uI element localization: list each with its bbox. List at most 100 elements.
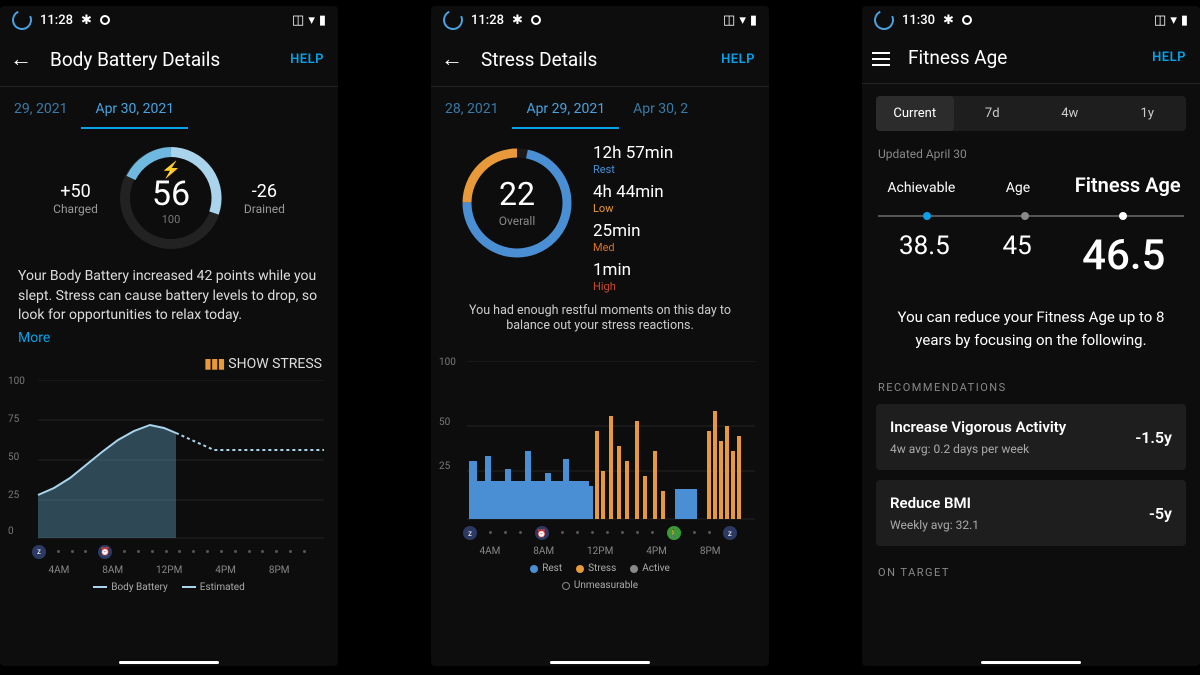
recommendations-header: RECOMMENDATIONS: [862, 371, 1200, 400]
card-sub: 4w avg: 0.2 days per week: [890, 442, 1066, 456]
wifi-icon: ▾: [1170, 13, 1177, 28]
tab-4w[interactable]: 4w: [1031, 96, 1109, 131]
achievable-dot: [923, 212, 931, 220]
divider: [862, 83, 1200, 84]
help-button[interactable]: HELP: [290, 52, 324, 67]
more-link[interactable]: More: [0, 330, 338, 346]
age-label: Age: [975, 180, 1062, 197]
alarm-icon: ⏰: [535, 526, 549, 540]
tab-current[interactable]: Current: [876, 96, 954, 131]
fan-icon: ✱: [81, 13, 92, 28]
recommendation-card[interactable]: Reduce BMI Weekly avg: 32.1 -5y: [876, 480, 1186, 546]
help-button[interactable]: HELP: [721, 52, 755, 67]
nav-handle[interactable]: [550, 661, 650, 664]
fitness-age-description: You can reduce your Fitness Age up to 8 …: [862, 286, 1200, 371]
header: Fitness Age HELP: [862, 34, 1200, 83]
screen-body-battery: 11:28 ✱ ◫ ▾ ▮ ← Body Battery Details HEL…: [0, 6, 338, 666]
alarm-icon: ⏰: [98, 545, 112, 559]
menu-icon[interactable]: [872, 49, 890, 66]
tab-1y[interactable]: 1y: [1109, 96, 1187, 131]
card-delta: -5y: [1149, 504, 1172, 523]
nav-handle[interactable]: [119, 661, 219, 664]
tab-7d[interactable]: 7d: [954, 96, 1032, 131]
stress-gauge: 22 Overall: [457, 143, 577, 263]
x-axis: 4AM8AM 12PM4PM 8PM: [14, 565, 324, 576]
help-button[interactable]: HELP: [1152, 50, 1186, 65]
wifi-icon: ▾: [308, 13, 315, 28]
stress-chart: 100 50 25: [431, 357, 769, 591]
svg-text:22: 22: [499, 175, 535, 213]
updated-text: Updated April 30: [862, 131, 1200, 165]
date-tabs: 29, 2021 Apr 30, 2021: [0, 87, 338, 129]
card-title: Increase Vigorous Activity: [890, 418, 1066, 436]
page-title: Stress Details: [481, 48, 703, 71]
wifi-icon: ▾: [739, 13, 746, 28]
body-battery-description: Your Body Battery increased 42 points wh…: [0, 253, 338, 330]
status-bar: 11:30 ✱ ◫ ▾ ▮: [862, 6, 1200, 34]
on-target-header: ON TARGET: [862, 556, 1200, 585]
date-tab-prev[interactable]: 28, 2021: [431, 95, 512, 129]
body-battery-chart: 100 75 50 25 0 z ⏰ 4AM8AM 12PM4PM: [0, 376, 338, 593]
date-tab-next[interactable]: Apr 30, 2: [619, 95, 702, 129]
page-title: Fitness Age: [908, 46, 1134, 69]
card-title: Reduce BMI: [890, 494, 979, 512]
bars-icon: ▮▮▮: [204, 356, 224, 372]
age-value: 45: [971, 231, 1064, 280]
chart-legend: Rest Stress Active: [445, 563, 755, 574]
progress-ring-icon: [871, 7, 897, 33]
drained-value: -26: [244, 181, 285, 202]
chart-legend-2: Unmeasurable: [445, 580, 755, 591]
charged-stat: +50 Charged: [53, 181, 98, 216]
card-sub: Weekly avg: 32.1: [890, 518, 979, 532]
sleep-icon: z: [32, 545, 46, 559]
card-delta: -1.5y: [1135, 428, 1172, 447]
vibrate-icon: ◫: [292, 13, 304, 28]
date-tab-prev[interactable]: 29, 2021: [0, 95, 81, 129]
fan-icon: ✱: [512, 13, 523, 28]
back-icon[interactable]: ←: [10, 46, 32, 72]
fitness-age-value: 46.5: [1063, 231, 1184, 280]
age-dot: [1021, 212, 1029, 220]
fitness-age-slider: [878, 211, 1184, 221]
svg-text:56: 56: [152, 174, 190, 214]
date-tabs: 28, 2021 Apr 29, 2021 Apr 30, 2: [431, 87, 769, 129]
body-battery-gauge: 56 100 ⚡: [116, 143, 226, 253]
svg-text:Overall: Overall: [499, 214, 536, 228]
circle-icon: [100, 15, 110, 25]
achievable-value: 38.5: [878, 231, 971, 280]
sleep-icon: z: [463, 526, 477, 540]
progress-ring-icon: [440, 7, 466, 33]
fitness-age-label: Fitness Age: [1071, 173, 1184, 197]
walk-icon: 🚶: [667, 526, 681, 540]
sleep-icon: z: [723, 526, 737, 540]
fitness-dot: [1119, 212, 1127, 220]
timeline-dots: z ⏰ 🚶 z: [445, 525, 755, 542]
back-icon[interactable]: ←: [441, 46, 463, 72]
drained-stat: -26 Drained: [244, 181, 285, 216]
screen-stress: 11:28 ✱ ◫ ▾ ▮ ← Stress Details HELP 28, …: [431, 6, 769, 666]
battery-icon: ▮: [1181, 13, 1188, 28]
vibrate-icon: ◫: [1154, 13, 1166, 28]
svg-text:100: 100: [162, 213, 181, 226]
header: ← Stress Details HELP: [431, 34, 769, 86]
date-tab-active[interactable]: Apr 30, 2021: [81, 95, 188, 129]
chart-legend: Body Battery Estimated: [14, 582, 324, 593]
drained-label: Drained: [244, 202, 285, 216]
clock: 11:30: [902, 13, 935, 28]
stress-breakdown: 12h 57minRest 4h 44minLow 25minMed 1minH…: [593, 143, 673, 293]
date-tab-active[interactable]: Apr 29, 2021: [512, 95, 619, 129]
show-stress-toggle[interactable]: ▮▮▮SHOW STRESS: [0, 346, 338, 376]
header: ← Body Battery Details HELP: [0, 34, 338, 86]
screen-fitness-age: 11:30 ✱ ◫ ▾ ▮ Fitness Age HELP Current 7…: [862, 6, 1200, 666]
vibrate-icon: ◫: [723, 13, 735, 28]
nav-handle[interactable]: [981, 661, 1081, 664]
circle-icon: [531, 15, 541, 25]
achievable-label: Achievable: [878, 180, 965, 197]
circle-icon: [962, 15, 972, 25]
x-axis: 4AM8AM 12PM4PM 8PM: [445, 546, 755, 557]
recommendation-card[interactable]: Increase Vigorous Activity 4w avg: 0.2 d…: [876, 404, 1186, 470]
clock: 11:28: [471, 13, 504, 28]
charged-label: Charged: [53, 202, 98, 216]
svg-text:⚡: ⚡: [161, 160, 181, 179]
charged-value: +50: [53, 181, 98, 202]
